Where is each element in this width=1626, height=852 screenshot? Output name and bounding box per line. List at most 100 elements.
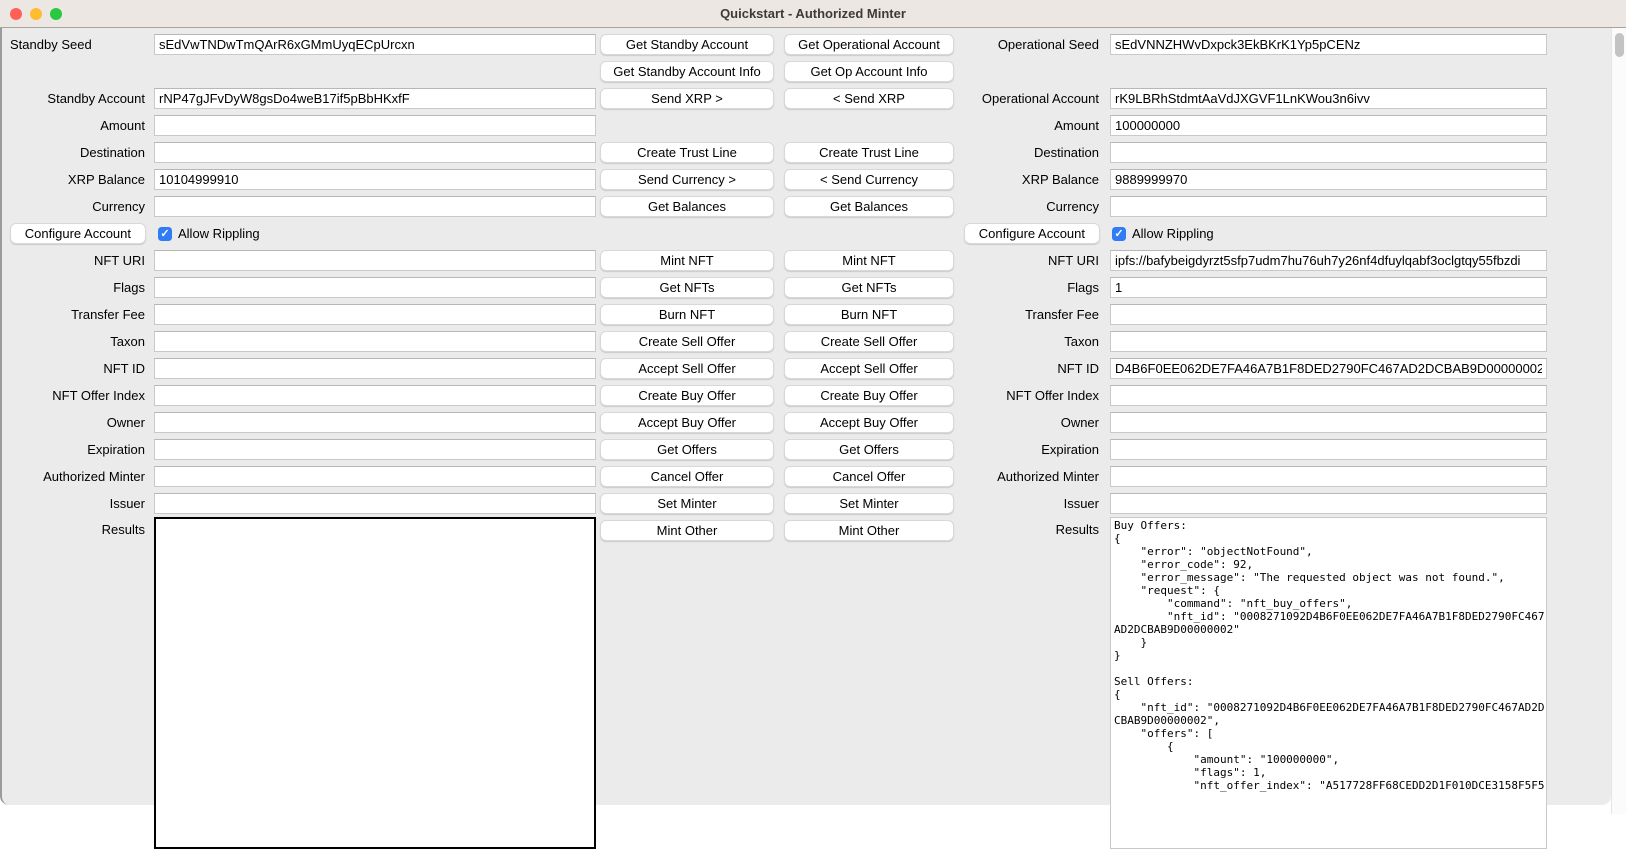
- standby-transfer-fee-input[interactable]: [154, 304, 596, 325]
- get-offers-operational-button[interactable]: Get Offers: [784, 439, 954, 460]
- operational-currency-input[interactable]: [1110, 196, 1547, 217]
- form-area: Standby Seed Get Standby Account Get Ope…: [0, 28, 1611, 805]
- configure-account-operational-button[interactable]: Configure Account: [964, 223, 1100, 244]
- get-standby-account-button[interactable]: Get Standby Account: [600, 34, 774, 55]
- operational-flags-input[interactable]: [1110, 277, 1547, 298]
- accept-sell-offer-standby-button[interactable]: Accept Sell Offer: [600, 358, 774, 379]
- get-offers-standby-button[interactable]: Get Offers: [600, 439, 774, 460]
- minimize-window-button[interactable]: [30, 8, 42, 20]
- cancel-offer-standby-button[interactable]: Cancel Offer: [600, 466, 774, 487]
- allow-rippling-standby-label: Allow Rippling: [178, 226, 260, 241]
- get-balances-standby-button[interactable]: Get Balances: [600, 196, 774, 217]
- standby-destination-input[interactable]: [154, 142, 596, 163]
- accept-buy-offer-standby-button[interactable]: Accept Buy Offer: [600, 412, 774, 433]
- standby-taxon-input[interactable]: [154, 331, 596, 352]
- operational-results-label: Results: [960, 517, 1106, 852]
- allow-rippling-operational-checkbox[interactable]: ✓: [1112, 227, 1126, 241]
- get-operational-account-button[interactable]: Get Operational Account: [784, 34, 954, 55]
- create-sell-offer-operational-button[interactable]: Create Sell Offer: [784, 331, 954, 352]
- get-standby-account-info-button[interactable]: Get Standby Account Info: [600, 61, 774, 82]
- standby-expiration-label: Expiration: [2, 436, 152, 463]
- operational-nft-uri-label: NFT URI: [960, 247, 1106, 274]
- get-op-account-info-button[interactable]: Get Op Account Info: [784, 61, 954, 82]
- burn-nft-operational-button[interactable]: Burn NFT: [784, 304, 954, 325]
- mint-nft-standby-button[interactable]: Mint NFT: [600, 250, 774, 271]
- operational-currency-label: Currency: [960, 193, 1106, 220]
- accept-buy-offer-operational-button[interactable]: Accept Buy Offer: [784, 412, 954, 433]
- operational-transfer-fee-label: Transfer Fee: [960, 301, 1106, 328]
- operational-taxon-label: Taxon: [960, 328, 1106, 355]
- vertical-scrollbar[interactable]: [1611, 28, 1626, 814]
- standby-nft-id-input[interactable]: [154, 358, 596, 379]
- allow-rippling-standby-checkbox[interactable]: ✓: [158, 227, 172, 241]
- allow-rippling-operational-label: Allow Rippling: [1132, 226, 1214, 241]
- operational-owner-input[interactable]: [1110, 412, 1547, 433]
- standby-issuer-label: Issuer: [2, 490, 152, 517]
- scrollbar-thumb[interactable]: [1615, 33, 1624, 57]
- get-nfts-standby-button[interactable]: Get NFTs: [600, 277, 774, 298]
- standby-xrp-balance-input[interactable]: [154, 169, 596, 190]
- standby-authorized-minter-label: Authorized Minter: [2, 463, 152, 490]
- standby-amount-input[interactable]: [154, 115, 596, 136]
- operational-expiration-input[interactable]: [1110, 439, 1547, 460]
- create-trust-line-standby-button[interactable]: Create Trust Line: [600, 142, 774, 163]
- operational-seed-label: Operational Seed: [960, 31, 1106, 58]
- set-minter-operational-button[interactable]: Set Minter: [784, 493, 954, 514]
- mint-other-operational-button[interactable]: Mint Other: [784, 520, 954, 541]
- operational-taxon-input[interactable]: [1110, 331, 1547, 352]
- check-icon: ✓: [1114, 227, 1123, 241]
- operational-seed-input[interactable]: [1110, 34, 1547, 55]
- standby-nft-uri-label: NFT URI: [2, 247, 152, 274]
- operational-transfer-fee-input[interactable]: [1110, 304, 1547, 325]
- standby-flags-input[interactable]: [154, 277, 596, 298]
- burn-nft-standby-button[interactable]: Burn NFT: [600, 304, 774, 325]
- operational-issuer-input[interactable]: [1110, 493, 1547, 514]
- operational-xrp-balance-input[interactable]: [1110, 169, 1547, 190]
- get-balances-operational-button[interactable]: Get Balances: [784, 196, 954, 217]
- operational-nft-uri-input[interactable]: [1110, 250, 1547, 271]
- mint-nft-operational-button[interactable]: Mint NFT: [784, 250, 954, 271]
- operational-results-textarea[interactable]: Buy Offers: { "error": "objectNotFound",…: [1110, 517, 1547, 849]
- send-xrp-standby-button[interactable]: Send XRP >: [600, 88, 774, 109]
- create-buy-offer-standby-button[interactable]: Create Buy Offer: [600, 385, 774, 406]
- standby-expiration-input[interactable]: [154, 439, 596, 460]
- operational-nft-offer-index-input[interactable]: [1110, 385, 1547, 406]
- standby-results-textarea[interactable]: [154, 517, 596, 849]
- zoom-window-button[interactable]: [50, 8, 62, 20]
- operational-destination-input[interactable]: [1110, 142, 1547, 163]
- standby-issuer-input[interactable]: [154, 493, 596, 514]
- create-buy-offer-operational-button[interactable]: Create Buy Offer: [784, 385, 954, 406]
- standby-seed-label: Standby Seed: [2, 31, 152, 58]
- standby-currency-input[interactable]: [154, 196, 596, 217]
- mint-other-standby-button[interactable]: Mint Other: [600, 520, 774, 541]
- accept-sell-offer-operational-button[interactable]: Accept Sell Offer: [784, 358, 954, 379]
- operational-amount-label: Amount: [960, 112, 1106, 139]
- standby-seed-input[interactable]: [154, 34, 596, 55]
- titlebar: Quickstart - Authorized Minter: [0, 0, 1626, 28]
- operational-account-input[interactable]: [1110, 88, 1547, 109]
- send-currency-operational-button[interactable]: < Send Currency: [784, 169, 954, 190]
- window-controls: [10, 8, 62, 20]
- operational-authorized-minter-label: Authorized Minter: [960, 463, 1106, 490]
- standby-nft-id-label: NFT ID: [2, 355, 152, 382]
- create-trust-line-operational-button[interactable]: Create Trust Line: [784, 142, 954, 163]
- send-currency-standby-button[interactable]: Send Currency >: [600, 169, 774, 190]
- operational-authorized-minter-input[interactable]: [1110, 466, 1547, 487]
- cancel-offer-operational-button[interactable]: Cancel Offer: [784, 466, 954, 487]
- send-xrp-operational-button[interactable]: < Send XRP: [784, 88, 954, 109]
- operational-amount-input[interactable]: [1110, 115, 1547, 136]
- close-window-button[interactable]: [10, 8, 22, 20]
- standby-amount-label: Amount: [2, 112, 152, 139]
- set-minter-standby-button[interactable]: Set Minter: [600, 493, 774, 514]
- standby-owner-input[interactable]: [154, 412, 596, 433]
- operational-nft-id-input[interactable]: [1110, 358, 1547, 379]
- standby-nft-uri-input[interactable]: [154, 250, 596, 271]
- standby-account-input[interactable]: [154, 88, 596, 109]
- standby-authorized-minter-input[interactable]: [154, 466, 596, 487]
- standby-nft-offer-index-input[interactable]: [154, 385, 596, 406]
- operational-expiration-label: Expiration: [960, 436, 1106, 463]
- configure-account-standby-button[interactable]: Configure Account: [10, 223, 146, 244]
- get-nfts-operational-button[interactable]: Get NFTs: [784, 277, 954, 298]
- operational-account-label: Operational Account: [960, 85, 1106, 112]
- create-sell-offer-standby-button[interactable]: Create Sell Offer: [600, 331, 774, 352]
